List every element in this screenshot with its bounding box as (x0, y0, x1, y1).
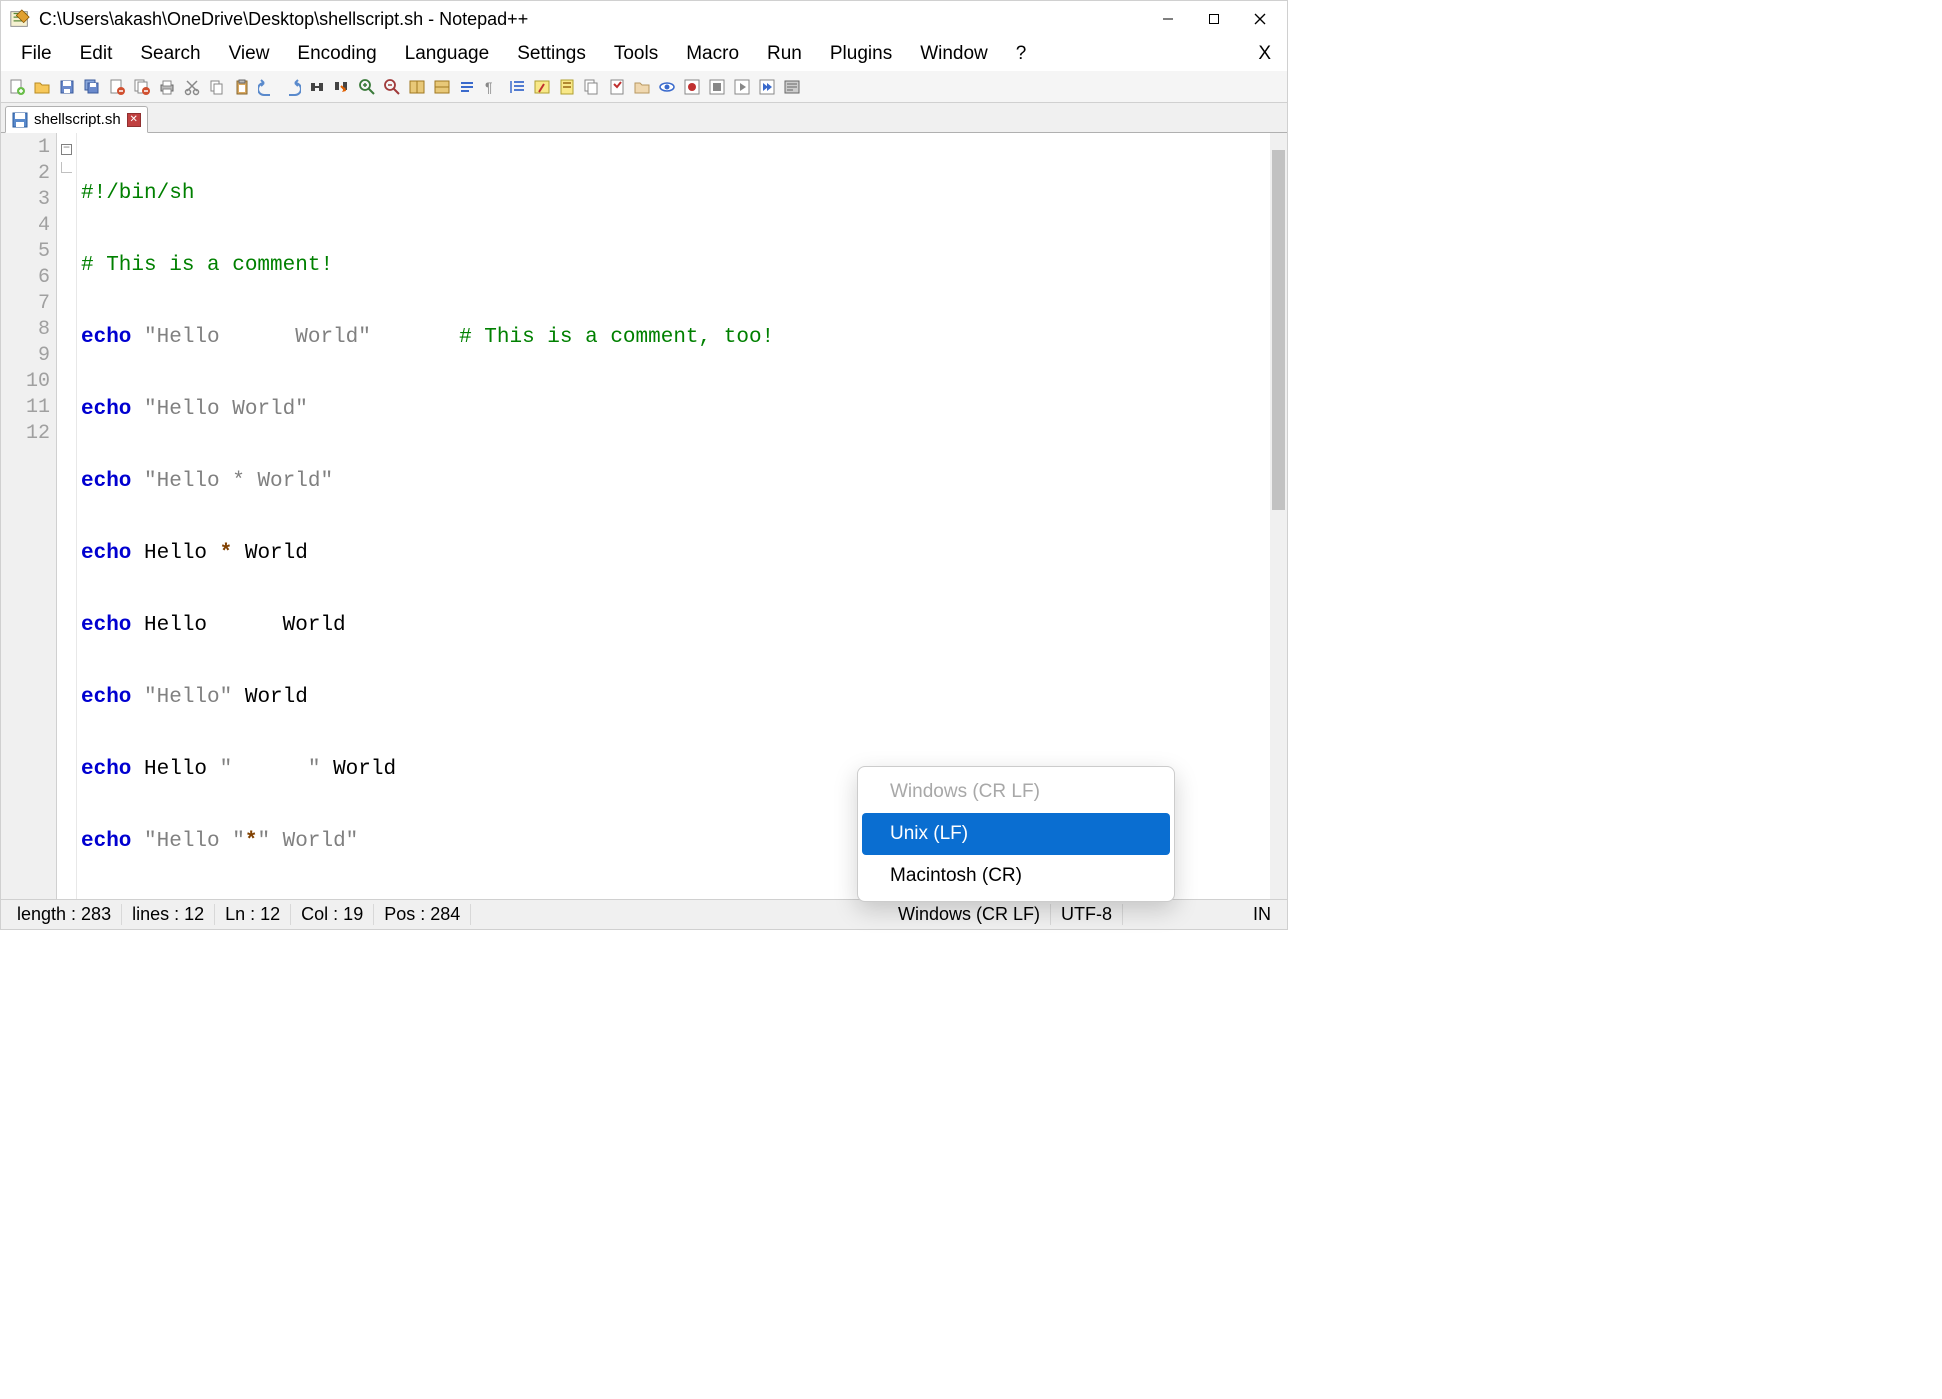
tab-close-icon[interactable]: ✕ (127, 113, 141, 127)
title-bar: C:\Users\akash\OneDrive\Desktop\shellscr… (1, 1, 1287, 37)
save-icon[interactable] (55, 75, 79, 99)
line-number: 7 (1, 291, 50, 317)
save-all-icon[interactable] (80, 75, 104, 99)
scrollbar-thumb[interactable] (1272, 150, 1285, 510)
line-number: 9 (1, 343, 50, 369)
wrap-icon[interactable] (455, 75, 479, 99)
code-line: echo "Hello World" # This is a comment, … (81, 325, 1270, 351)
fold-margin[interactable] (57, 133, 77, 899)
zoom-out-icon[interactable] (380, 75, 404, 99)
line-number: 8 (1, 317, 50, 343)
replace-icon[interactable] (330, 75, 354, 99)
save-icon (12, 112, 28, 128)
code-line: echo "Hello * World" (81, 469, 1270, 495)
play-multi-icon[interactable] (755, 75, 779, 99)
find-icon[interactable] (305, 75, 329, 99)
vertical-scrollbar[interactable] (1270, 133, 1287, 899)
menu-language[interactable]: Language (391, 39, 504, 69)
line-number: 2 (1, 161, 50, 187)
tab-bar: shellscript.sh ✕ (1, 103, 1287, 133)
close-file-icon[interactable] (105, 75, 129, 99)
menu-plugins[interactable]: Plugins (816, 39, 906, 69)
code-line: echo Hello * World (81, 541, 1270, 567)
line-number: 1 (1, 135, 50, 161)
menu-bar: File Edit Search View Encoding Language … (1, 37, 1287, 71)
sync-v-icon[interactable] (405, 75, 429, 99)
close-all-icon[interactable] (130, 75, 154, 99)
udl-icon[interactable] (530, 75, 554, 99)
redo-icon[interactable] (280, 75, 304, 99)
status-ln: Ln : 12 (215, 904, 291, 925)
menu-view[interactable]: View (215, 39, 284, 69)
code-line: echo Hello World (81, 613, 1270, 639)
copy-icon[interactable] (205, 75, 229, 99)
menu-tools[interactable]: Tools (600, 39, 672, 69)
folder-icon[interactable] (630, 75, 654, 99)
func-list-icon[interactable] (605, 75, 629, 99)
line-number: 12 (1, 421, 50, 447)
save-macro-icon[interactable] (780, 75, 804, 99)
menu-settings[interactable]: Settings (503, 39, 600, 69)
new-file-icon[interactable] (5, 75, 29, 99)
menu-window[interactable]: Window (906, 39, 1002, 69)
code-line: echo "Hello World" (81, 397, 1270, 423)
code-line: echo "Hello" World (81, 685, 1270, 711)
eol-context-menu: Windows (CR LF) Unix (LF) Macintosh (CR) (857, 766, 1175, 902)
tab-label: shellscript.sh (34, 111, 121, 128)
menu-close-doc[interactable]: X (1248, 39, 1281, 69)
zoom-in-icon[interactable] (355, 75, 379, 99)
status-encoding[interactable]: UTF-8 (1051, 904, 1123, 925)
line-number: 4 (1, 213, 50, 239)
open-file-icon[interactable] (30, 75, 54, 99)
maximize-button[interactable] (1191, 3, 1237, 35)
minimize-button[interactable] (1145, 3, 1191, 35)
menu-run[interactable]: Run (753, 39, 816, 69)
line-number: 6 (1, 265, 50, 291)
code-line: #!/bin/sh (81, 181, 1270, 207)
eol-option-macintosh[interactable]: Macintosh (CR) (862, 855, 1170, 897)
eol-option-windows[interactable]: Windows (CR LF) (862, 771, 1170, 813)
fold-toggle-icon[interactable] (61, 144, 72, 155)
record-macro-icon[interactable] (680, 75, 704, 99)
monitor-icon[interactable] (655, 75, 679, 99)
doc-list-icon[interactable] (580, 75, 604, 99)
indent-guide-icon[interactable] (505, 75, 529, 99)
eol-option-unix[interactable]: Unix (LF) (862, 813, 1170, 855)
show-all-chars-icon[interactable]: ¶ (480, 75, 504, 99)
status-lines: lines : 12 (122, 904, 215, 925)
tab-shellscript[interactable]: shellscript.sh ✕ (5, 106, 148, 133)
line-number: 5 (1, 239, 50, 265)
line-number-gutter: 1 2 3 4 5 6 7 8 9 10 11 12 (1, 133, 57, 899)
close-button[interactable] (1237, 3, 1283, 35)
undo-icon[interactable] (255, 75, 279, 99)
line-number: 10 (1, 369, 50, 395)
menu-help[interactable]: ? (1002, 39, 1041, 69)
sync-h-icon[interactable] (430, 75, 454, 99)
menu-edit[interactable]: Edit (66, 39, 127, 69)
status-insert-mode[interactable]: IN (1243, 904, 1281, 925)
line-number: 11 (1, 395, 50, 421)
status-col: Col : 19 (291, 904, 374, 925)
app-icon (9, 8, 31, 30)
status-eol[interactable]: Windows (CR LF) (888, 904, 1051, 925)
doc-map-icon[interactable] (555, 75, 579, 99)
window-buttons (1145, 3, 1283, 35)
cut-icon[interactable] (180, 75, 204, 99)
line-number: 3 (1, 187, 50, 213)
svg-text:¶: ¶ (485, 79, 493, 95)
status-length: length : 283 (7, 904, 122, 925)
menu-search[interactable]: Search (126, 39, 214, 69)
window-title: C:\Users\akash\OneDrive\Desktop\shellscr… (39, 9, 1145, 30)
stop-macro-icon[interactable] (705, 75, 729, 99)
print-icon[interactable] (155, 75, 179, 99)
menu-encoding[interactable]: Encoding (283, 39, 390, 69)
status-pos: Pos : 284 (374, 904, 471, 925)
code-line: # This is a comment! (81, 253, 1270, 279)
menu-file[interactable]: File (7, 39, 66, 69)
status-bar: length : 283 lines : 12 Ln : 12 Col : 19… (1, 899, 1287, 929)
menu-macro[interactable]: Macro (672, 39, 753, 69)
toolbar: ¶ (1, 71, 1287, 103)
play-macro-icon[interactable] (730, 75, 754, 99)
paste-icon[interactable] (230, 75, 254, 99)
